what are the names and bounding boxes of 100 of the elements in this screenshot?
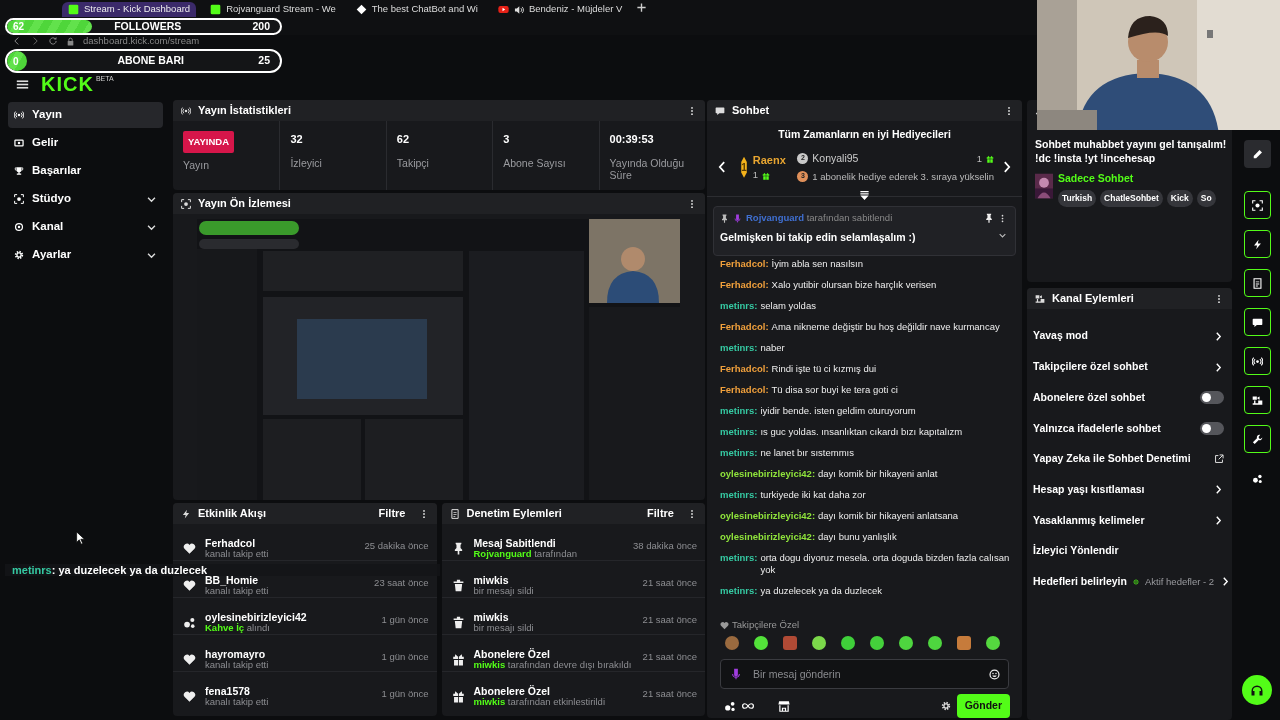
action-item[interactable]: Hedefleri belirleyin Aktif hedefler - 2	[1027, 566, 1232, 598]
collapse-icon[interactable]	[859, 190, 870, 201]
goal-target: 200	[252, 20, 271, 33]
browser-tab[interactable]: Rojvanguard Stream - We	[204, 2, 342, 17]
goal-label: FOLLOWERS	[113, 20, 183, 33]
chat-username[interactable]: metinrs:	[720, 426, 758, 438]
pin-icon	[720, 213, 729, 223]
toolbar-button[interactable]	[1244, 308, 1271, 336]
emoji-icon[interactable]	[989, 669, 1000, 681]
tag[interactable]: Turkish	[1058, 190, 1097, 207]
chat-username[interactable]: oylesinebirizleyici42:	[720, 468, 816, 480]
new-tab-icon[interactable]	[636, 2, 648, 13]
toolbar-button[interactable]	[1244, 347, 1271, 375]
emote-icon[interactable]	[869, 635, 885, 652]
sidebar-item[interactable]: Başarılar	[8, 158, 163, 184]
dots-icon[interactable]	[724, 700, 736, 713]
chat-username[interactable]: Ferhadcol:	[720, 258, 769, 270]
menu-icon[interactable]	[16, 77, 29, 91]
chat-username[interactable]: Ferhadcol:	[720, 321, 769, 333]
chat-username[interactable]: oylesinebirizleyici42:	[720, 510, 816, 522]
emote-icon[interactable]	[898, 635, 914, 652]
chat-username[interactable]: metinrs:	[720, 300, 758, 312]
action-item[interactable]: Yapay Zeka ile Sohbet Denetimi	[1027, 443, 1232, 475]
reload-icon[interactable]	[48, 36, 58, 46]
chat-message: Tü disa sor buyi ke tera goti ci	[771, 384, 899, 396]
emote-icon[interactable]	[927, 635, 943, 652]
rank-medal: 1	[741, 156, 747, 178]
action-item[interactable]: Takipçilere özel sohbet	[1027, 351, 1232, 383]
send-button[interactable]: Gönder	[956, 694, 1010, 718]
gifter-name: Raenx	[752, 152, 786, 168]
browser-tab[interactable]: Stream - Kick Dashboard	[62, 2, 197, 17]
toolbar-button[interactable]	[1244, 425, 1271, 453]
gift-icon	[451, 653, 465, 666]
moderation-time: 21 saat önce	[642, 576, 697, 590]
leaderboard-hint: 1 abonelik hediye ederek 3. sıraya yükselin	[812, 169, 994, 184]
broadcast-icon	[181, 105, 191, 116]
moderation-title: Abonelere Özel	[473, 685, 551, 698]
emote-icon[interactable]	[753, 635, 769, 652]
tag[interactable]: So	[1196, 190, 1216, 207]
toolbar-button[interactable]	[1244, 140, 1271, 168]
action-item[interactable]: Yasaklanmış kelimeler	[1027, 505, 1232, 536]
chat-username[interactable]: metinrs:	[720, 447, 758, 459]
action-item[interactable]: Yavaş mod	[1027, 321, 1232, 352]
chat-username[interactable]: Ferhadcol:	[720, 384, 769, 396]
tag[interactable]: Kick	[1166, 190, 1193, 207]
store-icon[interactable]	[778, 700, 790, 713]
browser-tab[interactable]: The best ChatBot and Wi	[349, 2, 484, 17]
emote-icon[interactable]	[840, 635, 856, 652]
browser-tab[interactable]: Bendeniz - Müjdeler V	[491, 2, 629, 17]
toolbar-button[interactable]	[1244, 269, 1271, 297]
emote-icon[interactable]	[985, 635, 1001, 652]
action-item[interactable]: İzleyici Yönlendir	[1027, 535, 1232, 567]
category-link[interactable]: Sadece Sohbet	[1058, 171, 1216, 188]
chat-username[interactable]: metinrs:	[720, 405, 758, 417]
unpin-icon[interactable]	[984, 213, 994, 224]
trash-icon	[451, 616, 465, 629]
panel-title: Yayın Ön İzlemesi	[198, 196, 292, 212]
toolbar-button[interactable]	[1244, 230, 1271, 258]
sidebar-item[interactable]: Yayın	[8, 102, 163, 128]
bolt-icon	[1252, 238, 1263, 250]
action-item[interactable]: Yalnızca ifadelerle sohbet	[1027, 413, 1232, 444]
chat-username[interactable]: metinrs:	[720, 489, 758, 501]
goal-target: 25	[258, 53, 271, 69]
chat-username[interactable]: metinrs:	[720, 342, 758, 354]
tag[interactable]: ChatleSohbet	[1100, 190, 1163, 207]
stat-value: 3	[503, 132, 511, 147]
support-button[interactable]	[1242, 675, 1272, 705]
toolbar-button[interactable]	[1244, 386, 1271, 414]
studio-icon	[1035, 293, 1045, 304]
chevron-down-icon[interactable]	[998, 231, 1007, 241]
toggle-switch[interactable]	[1200, 391, 1224, 405]
filter-button[interactable]: Filtre	[372, 505, 412, 522]
chat-icon	[1252, 316, 1263, 328]
action-item[interactable]: Abonelere özel sohbet	[1027, 382, 1232, 414]
chat-username[interactable]: Ferhadcol:	[720, 279, 769, 291]
stat-value: 62	[396, 132, 411, 147]
toggle-switch[interactable]	[1200, 421, 1224, 435]
sidebar-item[interactable]: Stüdyo	[8, 186, 163, 212]
chat-username[interactable]: metinrs:	[720, 552, 758, 576]
edit-icon	[1252, 148, 1263, 160]
chat-username[interactable]: Ferhadcol:	[720, 363, 769, 375]
document-icon	[449, 508, 460, 519]
toolbar-button[interactable]	[1244, 191, 1271, 219]
url-text[interactable]: dashboard.kick.com/stream	[83, 33, 200, 49]
filter-button[interactable]: Filtre	[641, 505, 680, 522]
emote-icon[interactable]	[956, 635, 972, 652]
settings-icon[interactable]	[940, 701, 951, 712]
emote-icon[interactable]	[811, 635, 827, 652]
moderation-detail: Rojvanguard tarafından	[473, 549, 578, 560]
message-input[interactable]: Bir mesaj gönderin	[720, 659, 1009, 690]
moderation-title: Mesaj Sabitlendi	[473, 537, 556, 550]
moderation-title: miwkis	[473, 574, 510, 587]
gift-icon	[762, 171, 771, 180]
sidebar-item[interactable]: Gelir	[8, 130, 163, 156]
sidebar-item[interactable]: Ayarlar	[8, 242, 163, 268]
chat-username[interactable]: oylesinebirizleyici42:	[720, 531, 816, 543]
capture-icon	[1252, 199, 1263, 211]
sidebar-item[interactable]: Kanal	[8, 214, 163, 240]
chat-username[interactable]: metinrs:	[720, 585, 758, 597]
action-item[interactable]: Hesap yaşı kısıtlaması	[1027, 474, 1232, 506]
